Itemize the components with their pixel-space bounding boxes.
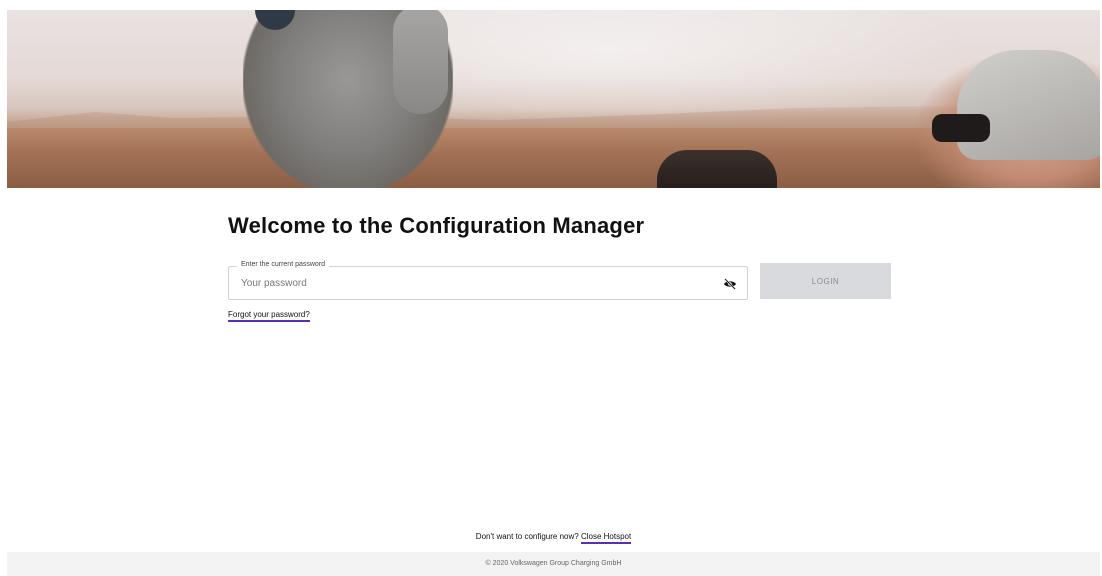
- close-hotspot-prompt: Don't want to configure now? Close Hotsp…: [7, 532, 1100, 544]
- password-input[interactable]: [241, 278, 711, 289]
- password-field[interactable]: Enter the current password: [228, 261, 748, 300]
- hero-car-seat: [657, 150, 777, 188]
- hero-banner-image: [7, 10, 1100, 188]
- close-hotspot-prompt-text: Don't want to configure now?: [475, 532, 579, 541]
- page-title: Welcome to the Configuration Manager: [228, 213, 645, 238]
- hero-person-left: [243, 10, 453, 188]
- hero-sunglasses: [932, 114, 990, 142]
- password-field-label: Enter the current password: [237, 261, 330, 268]
- eye-slash-icon[interactable]: [723, 277, 737, 290]
- forgot-password-link[interactable]: Forgot your password?: [228, 310, 310, 322]
- hero-person-arm: [393, 10, 448, 114]
- footer: © 2020 Volkswagen Group Charging GmbH: [7, 552, 1100, 576]
- hero-beanie: [957, 50, 1100, 160]
- login-button[interactable]: LOGIN: [760, 263, 891, 299]
- close-hotspot-link[interactable]: Close Hotspot: [580, 532, 632, 544]
- page-container: Welcome to the Configuration Manager Ent…: [7, 10, 1100, 576]
- copyright-text: © 2020 Volkswagen Group Charging GmbH: [485, 560, 622, 567]
